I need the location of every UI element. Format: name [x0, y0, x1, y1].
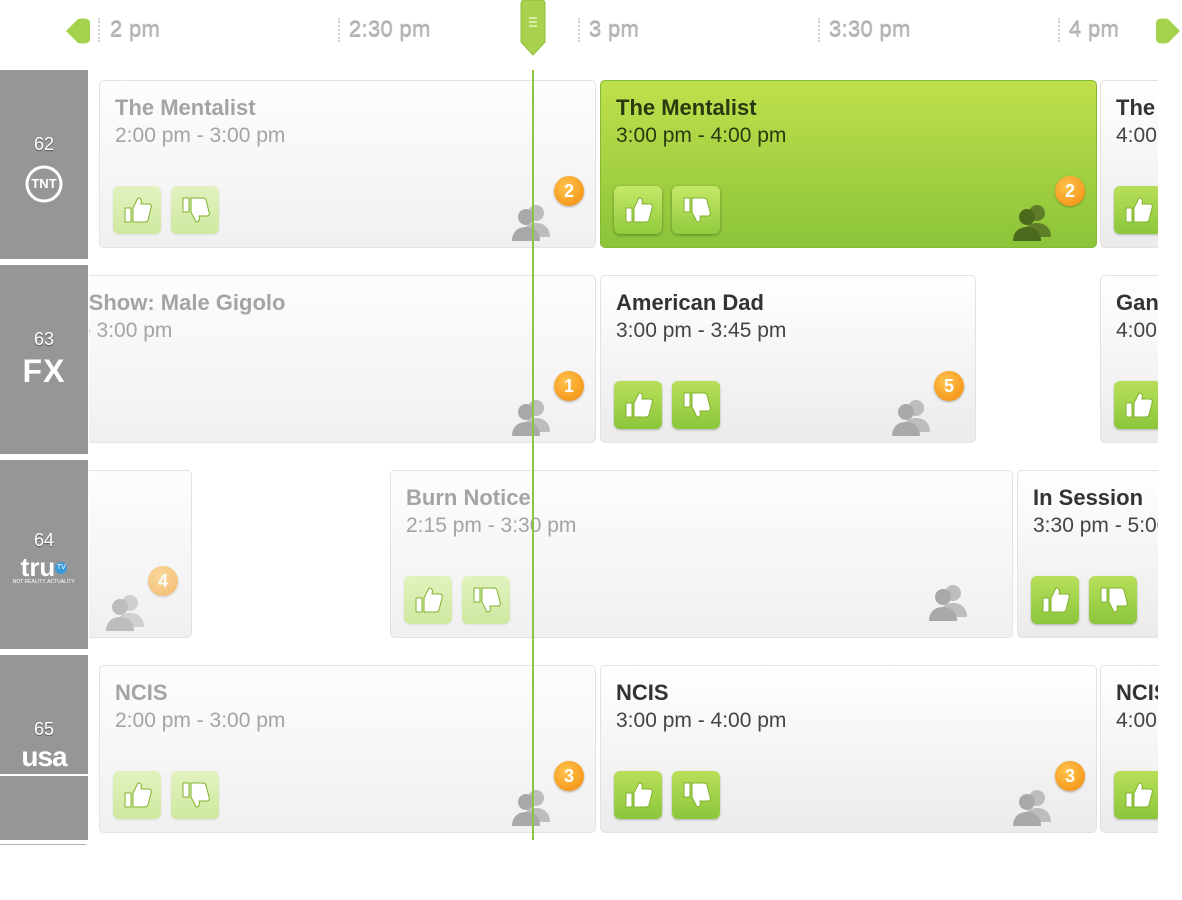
dislike-button[interactable] — [672, 186, 720, 234]
viewer-count-badge: 3 — [554, 761, 584, 791]
dislike-button[interactable] — [171, 771, 219, 819]
dislike-button[interactable] — [672, 381, 720, 429]
current-time-line — [532, 70, 534, 840]
viewers-icon[interactable] — [1011, 201, 1055, 241]
program-time: 3:00 pm - 3:45 pm — [616, 319, 787, 342]
like-button[interactable] — [614, 771, 662, 819]
program-card[interactable]: NCIS 3:00 pm - 4:00 pm 3 — [600, 665, 1097, 833]
now-indicator-handle[interactable] — [520, 0, 546, 56]
program-card[interactable]: American Dad 3:00 pm - 3:45 pm 5 — [600, 275, 976, 443]
viewer-count-badge: 2 — [1055, 176, 1085, 206]
program-time: 4:00 pm - 5:00 pm — [1116, 124, 1158, 147]
time-tick-4pm: 4 pm — [1069, 17, 1120, 42]
program-card[interactable]: The Mentalist 2:00 pm - 3:00 pm 2 — [99, 80, 596, 248]
program-title: The Mentalist — [115, 95, 256, 120]
channel-row-empty — [0, 776, 88, 840]
timeline-header: 2 pm 2:30 pm 3 pm 3:30 pm 4 pm — [0, 0, 1182, 64]
trutv-tagline: NOT REALITY. ACTUALITY. — [12, 579, 76, 585]
viewers-icon[interactable] — [890, 396, 934, 436]
program-title: NCIS — [1116, 680, 1158, 705]
channel-62[interactable]: 62 TNT — [0, 70, 88, 259]
program-title: Fox Movie Show: Male Gigolo — [89, 290, 286, 315]
tick-mark — [98, 18, 100, 42]
program-card[interactable]: NCIS 4:00 pm - 5:00 pm — [1100, 665, 1158, 833]
like-button[interactable] — [113, 186, 161, 234]
program-time: 3:00 pm - 4:00 pm — [616, 709, 787, 732]
program-card[interactable]: The Mentalist 4:00 pm - 5:00 pm — [1100, 80, 1158, 248]
viewer-count-badge: 1 — [554, 371, 584, 401]
program-time: 2:00 pm - 3:00 pm — [115, 124, 286, 147]
scroll-left-arrow-icon[interactable] — [64, 17, 90, 45]
program-time: 3:00 pm - 4:00 pm — [616, 124, 787, 147]
program-time: 4:00 pm - 5:00 pm — [1116, 709, 1158, 732]
trutv-logo: tru TV NOT REALITY. ACTUALITY. — [0, 552, 88, 585]
tick-mark — [578, 18, 580, 42]
program-card[interactable]: NCIS 2:00 pm - 3:00 pm 3 — [99, 665, 596, 833]
program-title: In Session — [1033, 485, 1144, 510]
channel-number: 65 — [33, 719, 55, 739]
viewers-icon[interactable] — [1011, 786, 1055, 826]
program-card-selected[interactable]: The Mentalist 3:00 pm - 4:00 pm 2 — [600, 80, 1097, 248]
dislike-button[interactable] — [171, 186, 219, 234]
tick-mark — [818, 18, 820, 42]
viewer-count-badge: 2 — [554, 176, 584, 206]
like-button[interactable] — [113, 771, 161, 819]
channel-number: 62 — [33, 134, 55, 154]
program-time: 2:15 pm - 3:30 pm — [406, 514, 577, 537]
program-title: Gangland — [1116, 290, 1158, 315]
channel-63[interactable]: 63 FX — [0, 265, 88, 454]
time-tick-230pm: 2:30 pm — [349, 17, 431, 42]
viewer-count-badge: 3 — [1055, 761, 1085, 791]
dislike-button[interactable] — [672, 771, 720, 819]
like-button[interactable] — [1114, 771, 1158, 819]
channel-number: 64 — [33, 530, 55, 550]
dislike-button[interactable] — [1089, 576, 1137, 624]
channel-65[interactable]: 65 usa — [0, 655, 88, 774]
program-time: 1:00 pm - 3:00 pm — [89, 319, 173, 342]
like-button[interactable] — [1114, 381, 1158, 429]
usa-logo: usa — [21, 741, 67, 769]
program-card[interactable]: Gangland 4:00 pm - 5:00 pm — [1100, 275, 1158, 443]
program-grid: The Mentalist 2:00 pm - 3:00 pm 2 The Me… — [89, 70, 1158, 850]
time-tick-330pm: 3:30 pm — [829, 17, 911, 42]
tick-mark — [338, 18, 340, 42]
channel-64[interactable]: 64 tru TV NOT REALITY. ACTUALITY. — [0, 460, 88, 649]
like-button[interactable] — [404, 576, 452, 624]
program-card[interactable]: 4 — [89, 470, 192, 638]
program-title: NCIS — [616, 680, 669, 705]
program-time: 3:30 pm - 5:00 pm — [1033, 514, 1158, 537]
time-tick-2pm: 2 pm — [110, 17, 161, 42]
program-card[interactable]: Fox Movie Show: Male Gigolo 1:00 pm - 3:… — [89, 275, 596, 443]
program-title: Burn Notice — [406, 485, 531, 510]
program-title: American Dad — [616, 290, 764, 315]
like-button[interactable] — [1114, 186, 1158, 234]
scroll-right-arrow-icon[interactable] — [1156, 17, 1182, 45]
like-button[interactable] — [614, 186, 662, 234]
like-button[interactable] — [1031, 576, 1079, 624]
like-button[interactable] — [614, 381, 662, 429]
tnt-logo-text: TNT — [31, 176, 57, 191]
program-card[interactable]: In Session 3:30 pm - 5:00 pm — [1017, 470, 1158, 638]
tick-mark — [1058, 18, 1060, 42]
viewers-icon[interactable] — [927, 581, 971, 621]
dislike-button[interactable] — [462, 576, 510, 624]
trutv-logo-text: tru — [20, 552, 56, 582]
trutv-logo-badge: TV — [55, 562, 68, 574]
program-title: The Mentalist — [616, 95, 757, 120]
viewer-count-badge: 5 — [934, 371, 964, 401]
program-card[interactable]: Burn Notice 2:15 pm - 3:30 pm — [390, 470, 1013, 638]
program-title: NCIS — [115, 680, 168, 705]
viewers-icon[interactable] — [104, 591, 148, 631]
viewer-count-badge: 4 — [148, 566, 178, 596]
program-time: 4:00 pm - 5:00 pm — [1116, 319, 1158, 342]
channel-number: 63 — [33, 329, 55, 349]
time-tick-3pm: 3 pm — [589, 17, 640, 42]
program-time: 2:00 pm - 3:00 pm — [115, 709, 286, 732]
divider — [0, 844, 86, 845]
tnt-logo: TNT — [0, 164, 88, 204]
program-title: The Mentalist — [1116, 95, 1158, 120]
fx-logo: FX — [22, 353, 66, 389]
